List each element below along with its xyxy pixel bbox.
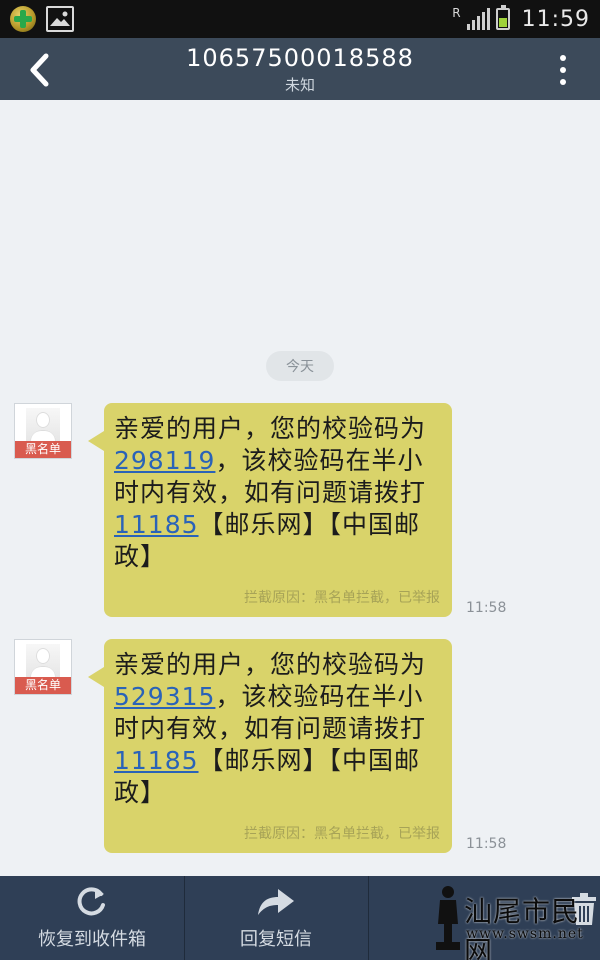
statue-logo [436, 886, 460, 950]
more-dot-icon [560, 79, 566, 85]
block-reason: 拦截原因：黑名单拦截，已举报 [244, 590, 440, 606]
block-reason: 拦截原因：黑名单拦截，已举报 [244, 826, 440, 842]
blacklist-badge: 黑名单 [15, 677, 71, 694]
message-list[interactable]: 今天 黑名单 亲爱的用户，您的校验码为298119，该校验码在半小时内有效，如有… [0, 100, 600, 876]
roaming-indicator: R [452, 6, 461, 20]
site-watermark: 汕尾市民网 www.swsm.net [422, 884, 592, 960]
restore-label: 恢复到收件箱 [38, 929, 146, 950]
message-text-part: 亲爱的用户，您的校验码为 [114, 650, 427, 679]
blacklist-badge: 黑名单 [15, 441, 71, 458]
forward-arrow-icon [258, 889, 294, 915]
app-notification-icon [10, 6, 36, 32]
refresh-icon [77, 887, 105, 916]
bottom-action-bar: 恢复到收件箱 回复短信 汕尾市民网 www.swsm.net [0, 876, 600, 960]
overflow-menu-button[interactable] [548, 52, 578, 88]
message-time: 11:58 [466, 600, 507, 616]
image-notification-icon [46, 6, 74, 32]
contact-avatar[interactable]: 黑名单 [14, 639, 72, 695]
default-avatar-icon [26, 644, 60, 678]
restore-to-inbox-button[interactable]: 恢复到收件箱 [0, 876, 184, 960]
message-time: 11:58 [466, 836, 507, 852]
default-avatar-icon [26, 408, 60, 442]
reply-label: 回复短信 [240, 929, 312, 950]
message-bubble[interactable]: 亲爱的用户，您的校验码为529315，该校验码在半小时内有效，如有问题请拨打11… [88, 639, 452, 853]
contact-status: 未知 [284, 76, 315, 94]
watermark-site-name: 汕尾市民网 [464, 895, 581, 960]
phone-number-link[interactable]: 11185 [114, 510, 199, 539]
header-title-block: 10657500018588 未知 [0, 44, 600, 95]
more-dot-icon [560, 67, 566, 73]
message-bubble[interactable]: 亲爱的用户，您的校验码为298119，该校验码在半小时内有效，如有问题请拨打11… [88, 403, 452, 617]
battery-icon [495, 5, 510, 30]
message-text: 亲爱的用户，您的校验码为298119，该校验码在半小时内有效，如有问题请拨打11… [114, 413, 440, 573]
verification-code-link[interactable]: 529315 [114, 682, 215, 711]
status-time: 11:59 [521, 6, 590, 32]
contact-avatar[interactable]: 黑名单 [14, 403, 72, 459]
verification-code-link[interactable]: 298119 [114, 446, 215, 475]
contact-number: 10657500018588 [186, 44, 414, 72]
status-left [10, 6, 74, 32]
more-dot-icon [560, 55, 566, 61]
message-text: 亲爱的用户，您的校验码为529315，该校验码在半小时内有效，如有问题请拨打11… [114, 649, 440, 809]
signal-icon [466, 8, 490, 30]
reply-sms-button[interactable]: 回复短信 [184, 876, 368, 960]
message-text-part: 亲爱的用户，您的校验码为 [114, 414, 427, 443]
watermark-url: www.swsm.net [466, 926, 584, 942]
status-bar: R 11:59 [0, 0, 600, 38]
phone-number-link[interactable]: 11185 [114, 746, 199, 775]
status-right: R 11:59 [452, 5, 590, 32]
conversation-header: 10657500018588 未知 [0, 38, 600, 100]
date-separator: 今天 [266, 351, 334, 381]
